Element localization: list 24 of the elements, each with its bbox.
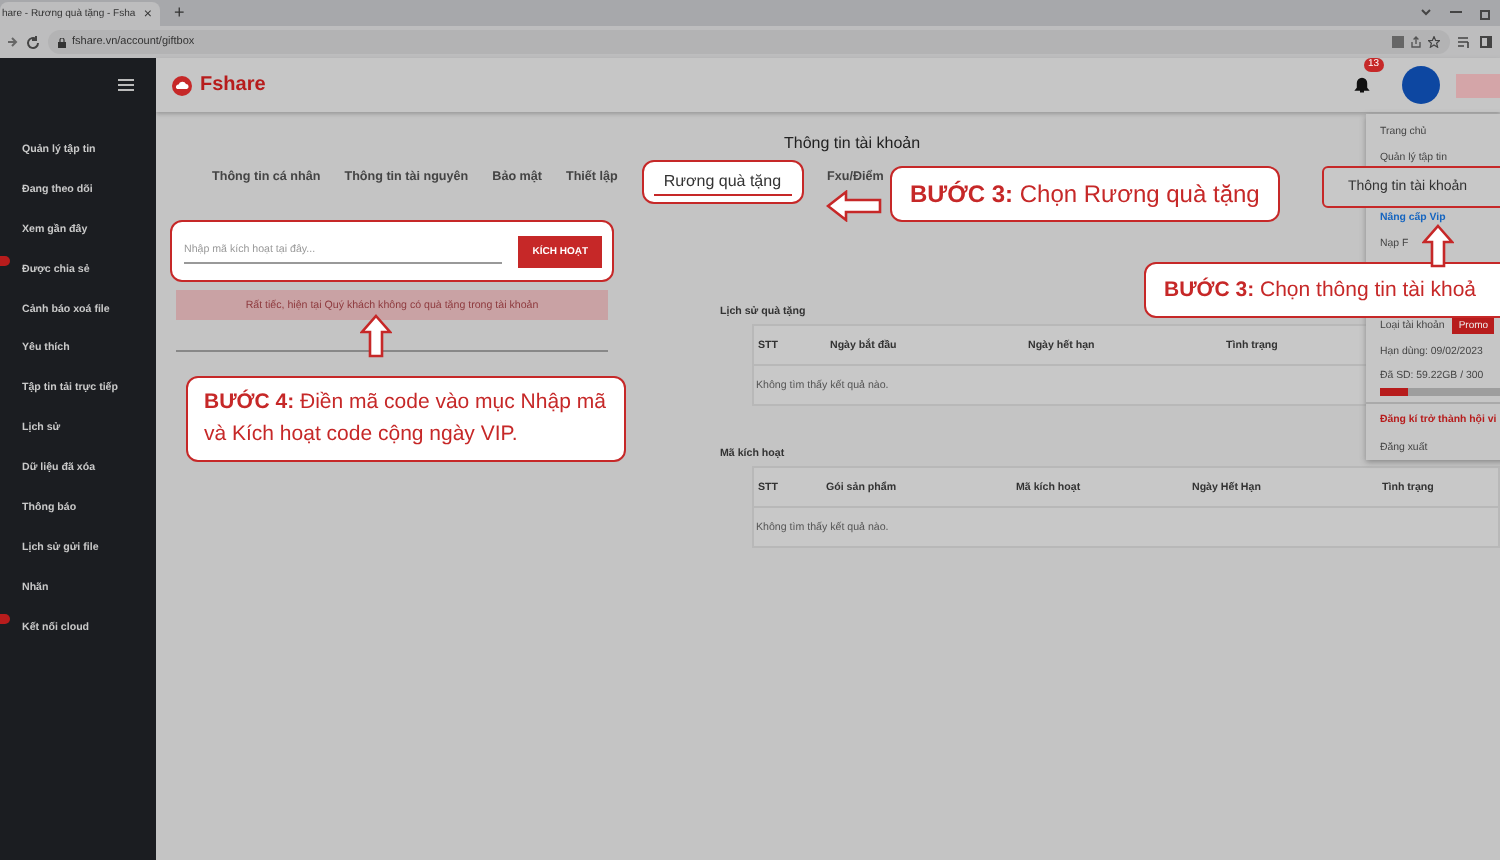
bell-icon[interactable] xyxy=(1354,75,1370,93)
lock-icon xyxy=(58,37,66,47)
step-callout: BƯỚC 4: Điền mã code vào mục Nhập mã và Kích hoạt code cộng ngày VIP. xyxy=(186,376,626,462)
step-callout: BƯỚC 3: Chọn Rương quà tặng xyxy=(890,166,1280,222)
up-arrow-icon xyxy=(360,314,392,358)
star-icon[interactable] xyxy=(1428,36,1440,48)
restore-icon[interactable] xyxy=(1480,7,1492,19)
share-icon[interactable] xyxy=(1410,36,1422,48)
new-tab-button[interactable]: + xyxy=(174,4,185,22)
cloud-logo-icon xyxy=(172,75,192,95)
logo-text: Fshare xyxy=(200,74,266,96)
playlist-icon[interactable] xyxy=(1458,36,1472,48)
reload-icon[interactable] xyxy=(26,35,40,49)
step-callout: BƯỚC 3: Chọn thông tin tài khoả xyxy=(1144,262,1500,318)
minimize-icon[interactable] xyxy=(1450,7,1462,15)
menu-icon[interactable] xyxy=(118,78,134,92)
left-arrow-icon xyxy=(826,190,882,222)
forward-icon[interactable] xyxy=(8,36,18,48)
up-arrow-icon xyxy=(1422,224,1454,268)
chevron-down-icon[interactable] xyxy=(1420,7,1432,15)
side-panel-icon[interactable] xyxy=(1480,36,1492,48)
tab[interactable]: Rương quà tặng xyxy=(641,160,804,204)
avatar[interactable] xyxy=(1402,66,1440,104)
page-title: Thông tin tài khoản xyxy=(784,134,921,152)
